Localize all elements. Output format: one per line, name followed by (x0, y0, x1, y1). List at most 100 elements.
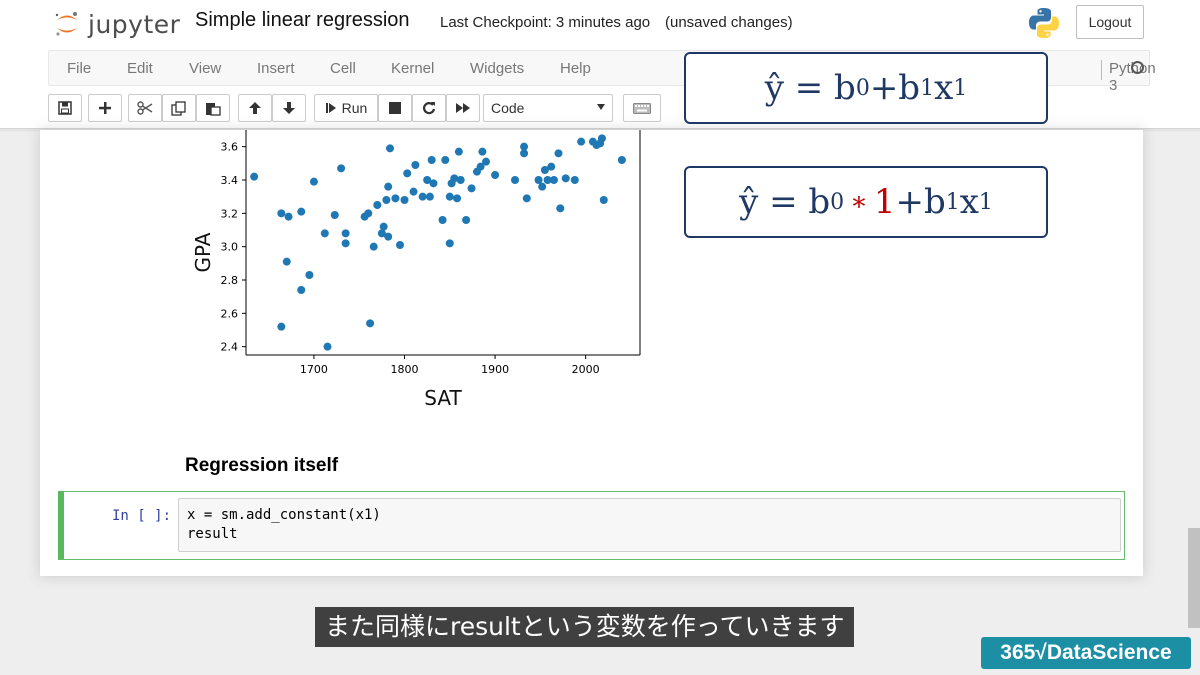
logout-button[interactable]: Logout (1076, 5, 1144, 39)
y-axis-label: GPA (191, 232, 215, 272)
insert-cell-button[interactable] (88, 94, 122, 122)
scatter-point (425, 192, 434, 201)
scatter-point (341, 239, 350, 248)
formula-x: x (959, 182, 979, 222)
formula-sub: 0 (830, 189, 845, 215)
notebook-title[interactable]: Simple linear regression (195, 9, 410, 32)
x-tick-label: 1800 (391, 363, 419, 376)
scatter-point (438, 216, 447, 224)
autosave-status: (unsaved changes) (665, 14, 793, 31)
y-tick-label: 2.8 (221, 274, 239, 287)
arrow-up-icon (249, 102, 261, 114)
keyboard-icon (633, 102, 651, 114)
command-palette-button[interactable] (623, 94, 661, 122)
scatter-point (453, 194, 462, 203)
caret-down-icon (597, 104, 605, 110)
menu-view[interactable]: View (189, 60, 221, 77)
interrupt-button[interactable] (378, 94, 412, 122)
jupyter-logo[interactable]: jupyter (54, 6, 180, 42)
formula-sub: 0 (855, 75, 870, 101)
scatter-point (467, 184, 476, 193)
scatter-point (511, 176, 520, 184)
y-tick-label: 3.6 (221, 141, 239, 154)
save-button[interactable] (48, 94, 82, 122)
scatter-point (538, 182, 547, 191)
move-up-button[interactable] (238, 94, 272, 122)
scrollbar[interactable] (1188, 528, 1200, 628)
cut-button[interactable] (128, 94, 162, 122)
checkpoint-status: Last Checkpoint: 3 minutes ago (440, 14, 651, 31)
scatter-point (391, 194, 400, 203)
paste-icon (206, 102, 221, 116)
scatter-point (561, 174, 570, 183)
scatter-point (382, 196, 391, 204)
scatter-point (482, 157, 491, 166)
code-editor[interactable]: x = sm.add_constant(x1) result (178, 498, 1121, 552)
scatter-point (277, 209, 286, 218)
scatter-point (570, 176, 579, 184)
x-tick-label: 1700 (300, 363, 328, 376)
formula-regression-with-constant: ŷ = b 0 ∗ 1 +b 1 x 1 (684, 166, 1048, 238)
scatter-point (597, 134, 606, 143)
run-label: Run (341, 100, 368, 116)
move-down-button[interactable] (272, 94, 306, 122)
scatter-point (323, 342, 332, 351)
formula-lhs: ŷ = b (739, 182, 831, 222)
python-logo-icon (1026, 5, 1062, 41)
y-tick-label: 2.4 (221, 341, 239, 354)
scatter-point (445, 239, 454, 248)
y-tick-label: 3.0 (221, 241, 239, 254)
jupyter-logo-text: jupyter (88, 9, 181, 39)
cell-type-value: Code (491, 100, 525, 116)
copy-button[interactable] (162, 94, 196, 122)
menu-file[interactable]: File (67, 60, 91, 77)
scatter-point (364, 209, 373, 218)
menu-cell[interactable]: Cell (330, 60, 356, 77)
menu-kernel[interactable]: Kernel (391, 60, 434, 77)
scatter-point (577, 137, 586, 146)
scatter-point (418, 192, 427, 201)
scatter-point (369, 242, 378, 251)
paste-button[interactable] (196, 94, 230, 122)
x-axis-label: SAT (424, 386, 462, 410)
scatter-point (297, 207, 306, 216)
scatter-point (554, 149, 563, 158)
cell-type-select[interactable]: Code (483, 94, 613, 122)
scatter-point (522, 194, 531, 203)
formula-simple-regression: ŷ = b 0 +b 1 x 1 (684, 52, 1048, 124)
y-tick-label: 3.2 (221, 207, 239, 220)
scatter-point (462, 216, 471, 224)
run-button[interactable]: Run (314, 94, 378, 122)
menu-insert[interactable]: Insert (257, 60, 295, 77)
y-tick-label: 3.4 (221, 174, 239, 187)
scatter-point (520, 142, 529, 151)
menu-help[interactable]: Help (560, 60, 591, 77)
scatter-point (403, 169, 412, 178)
restart-button[interactable] (412, 94, 446, 122)
scatter-point (341, 229, 350, 238)
notebook-header: jupyter Simple linear regression Last Ch… (0, 0, 1200, 48)
scissors-icon (137, 101, 153, 115)
scatter-point (373, 201, 382, 209)
markdown-heading: Regression itself (185, 455, 339, 476)
scatter-point (617, 156, 626, 164)
formula-sub: 1 (953, 75, 968, 101)
brand-logo: 365√DataScience (981, 637, 1191, 669)
refresh-icon (422, 102, 436, 115)
scatter-point (282, 257, 291, 266)
code-cell[interactable]: In [ ]: x = sm.add_constant(x1) result (58, 491, 1125, 560)
run-all-button[interactable] (446, 94, 480, 122)
scatter-point (456, 176, 465, 184)
scatter-point (366, 319, 375, 328)
scatter-point (556, 204, 565, 213)
menu-widgets[interactable]: Widgets (470, 60, 524, 77)
menu-edit[interactable]: Edit (127, 60, 153, 77)
scatter-point (305, 271, 314, 279)
x-tick-label: 2000 (572, 363, 600, 376)
scatter-point (379, 222, 388, 231)
formula-one: 1 (873, 182, 896, 222)
formula-x: x (934, 68, 954, 108)
formula-sub: 1 (978, 189, 993, 215)
scatter-point (411, 161, 420, 169)
scatter-point (409, 187, 418, 196)
